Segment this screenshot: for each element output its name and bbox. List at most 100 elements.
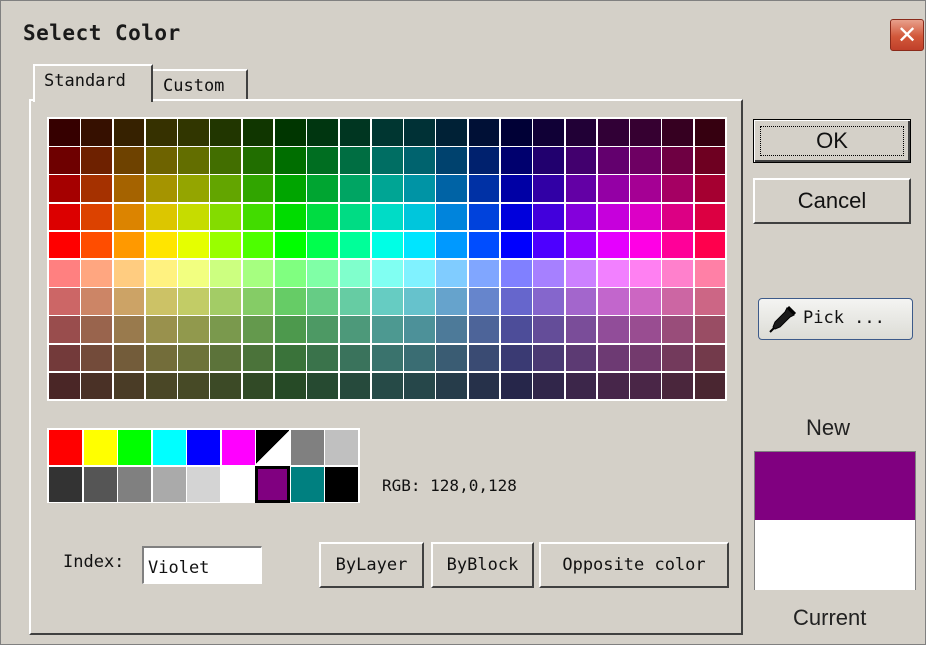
palette-swatch[interactable] [629, 118, 662, 147]
palette-swatch[interactable] [144, 202, 178, 232]
palette-swatch[interactable] [209, 371, 243, 401]
palette-swatch[interactable] [661, 118, 695, 147]
palette-swatch[interactable] [241, 230, 275, 260]
palette-swatch[interactable] [596, 230, 630, 260]
palette-swatch[interactable] [435, 259, 469, 288]
palette-swatch[interactable] [177, 230, 210, 260]
palette-swatch[interactable] [629, 146, 662, 175]
palette-swatch[interactable] [48, 202, 81, 232]
palette-swatch[interactable] [48, 174, 81, 204]
palette-swatch[interactable] [209, 315, 243, 345]
basic-color-swatch[interactable] [82, 429, 118, 466]
basic-color-swatch[interactable] [117, 465, 153, 503]
palette-swatch[interactable] [564, 146, 598, 175]
palette-swatch[interactable] [306, 230, 340, 260]
basic-color-swatch[interactable] [151, 429, 187, 466]
palette-swatch[interactable] [693, 230, 727, 260]
palette-swatch[interactable] [338, 174, 372, 204]
palette-swatch[interactable] [435, 287, 469, 316]
palette-swatch[interactable] [209, 174, 243, 204]
palette-swatch[interactable] [112, 287, 146, 316]
palette-swatch[interactable] [596, 287, 630, 316]
palette-swatch[interactable] [564, 118, 598, 147]
palette-swatch[interactable] [596, 315, 630, 345]
palette-swatch[interactable] [564, 259, 598, 288]
bylayer-button[interactable]: ByLayer [319, 542, 424, 588]
palette-swatch[interactable] [112, 174, 146, 204]
palette-swatch[interactable] [629, 287, 662, 316]
palette-swatch[interactable] [596, 343, 630, 373]
palette-swatch[interactable] [435, 146, 469, 175]
cancel-button[interactable]: Cancel [753, 178, 911, 224]
black-white-swatch[interactable] [255, 429, 291, 466]
palette-swatch[interactable] [564, 343, 598, 373]
palette-swatch[interactable] [532, 259, 566, 288]
palette-swatch[interactable] [532, 146, 566, 175]
palette-swatch[interactable] [48, 371, 81, 401]
palette-swatch[interactable] [80, 230, 114, 260]
palette-swatch[interactable] [209, 202, 243, 232]
palette-swatch[interactable] [80, 287, 114, 316]
palette-swatch[interactable] [112, 315, 146, 345]
basic-color-swatch[interactable] [151, 465, 187, 503]
palette-swatch[interactable] [403, 118, 436, 147]
palette-swatch[interactable] [209, 343, 243, 373]
palette-swatch[interactable] [629, 315, 662, 345]
palette-swatch[interactable] [564, 202, 598, 232]
palette-swatch[interactable] [693, 259, 727, 288]
palette-swatch[interactable] [241, 371, 275, 401]
palette-swatch[interactable] [661, 315, 695, 345]
palette-swatch[interactable] [370, 202, 404, 232]
palette-swatch[interactable] [629, 230, 662, 260]
palette-swatch[interactable] [274, 343, 307, 373]
palette-swatch[interactable] [112, 343, 146, 373]
palette-swatch[interactable] [661, 202, 695, 232]
palette-swatch[interactable] [564, 174, 598, 204]
palette-swatch[interactable] [144, 315, 178, 345]
ok-button[interactable]: OK [753, 119, 911, 163]
palette-swatch[interactable] [177, 259, 210, 288]
palette-swatch[interactable] [629, 174, 662, 204]
palette-swatch[interactable] [274, 146, 307, 175]
palette-swatch[interactable] [48, 259, 81, 288]
palette-swatch[interactable] [467, 202, 501, 232]
palette-swatch[interactable] [338, 259, 372, 288]
palette-swatch[interactable] [80, 174, 114, 204]
palette-swatch[interactable] [144, 371, 178, 401]
palette-swatch[interactable] [144, 118, 178, 147]
palette-swatch[interactable] [370, 371, 404, 401]
palette-swatch[interactable] [338, 287, 372, 316]
basic-color-swatch[interactable] [117, 429, 153, 466]
palette-swatch[interactable] [467, 315, 501, 345]
palette-swatch[interactable] [241, 287, 275, 316]
palette-swatch[interactable] [112, 146, 146, 175]
palette-swatch[interactable] [274, 259, 307, 288]
palette-swatch[interactable] [306, 343, 340, 373]
palette-swatch[interactable] [435, 315, 469, 345]
palette-swatch[interactable] [209, 259, 243, 288]
palette-swatch[interactable] [661, 230, 695, 260]
palette-swatch[interactable] [80, 259, 114, 288]
palette-swatch[interactable] [500, 259, 533, 288]
palette-swatch[interactable] [596, 202, 630, 232]
palette-swatch[interactable] [306, 146, 340, 175]
palette-swatch[interactable] [661, 146, 695, 175]
palette-swatch[interactable] [241, 146, 275, 175]
palette-swatch[interactable] [500, 230, 533, 260]
palette-swatch[interactable] [370, 146, 404, 175]
palette-swatch[interactable] [241, 343, 275, 373]
palette-swatch[interactable] [80, 146, 114, 175]
palette-swatch[interactable] [241, 315, 275, 345]
palette-swatch[interactable] [177, 146, 210, 175]
palette-swatch[interactable] [403, 343, 436, 373]
basic-color-swatch[interactable] [48, 465, 84, 503]
palette-swatch[interactable] [274, 287, 307, 316]
palette-swatch[interactable] [532, 174, 566, 204]
palette-swatch[interactable] [338, 315, 372, 345]
palette-swatch[interactable] [241, 259, 275, 288]
palette-swatch[interactable] [370, 118, 404, 147]
palette-swatch[interactable] [209, 118, 243, 147]
palette-swatch[interactable] [274, 118, 307, 147]
palette-swatch[interactable] [500, 202, 533, 232]
palette-swatch[interactable] [693, 287, 727, 316]
